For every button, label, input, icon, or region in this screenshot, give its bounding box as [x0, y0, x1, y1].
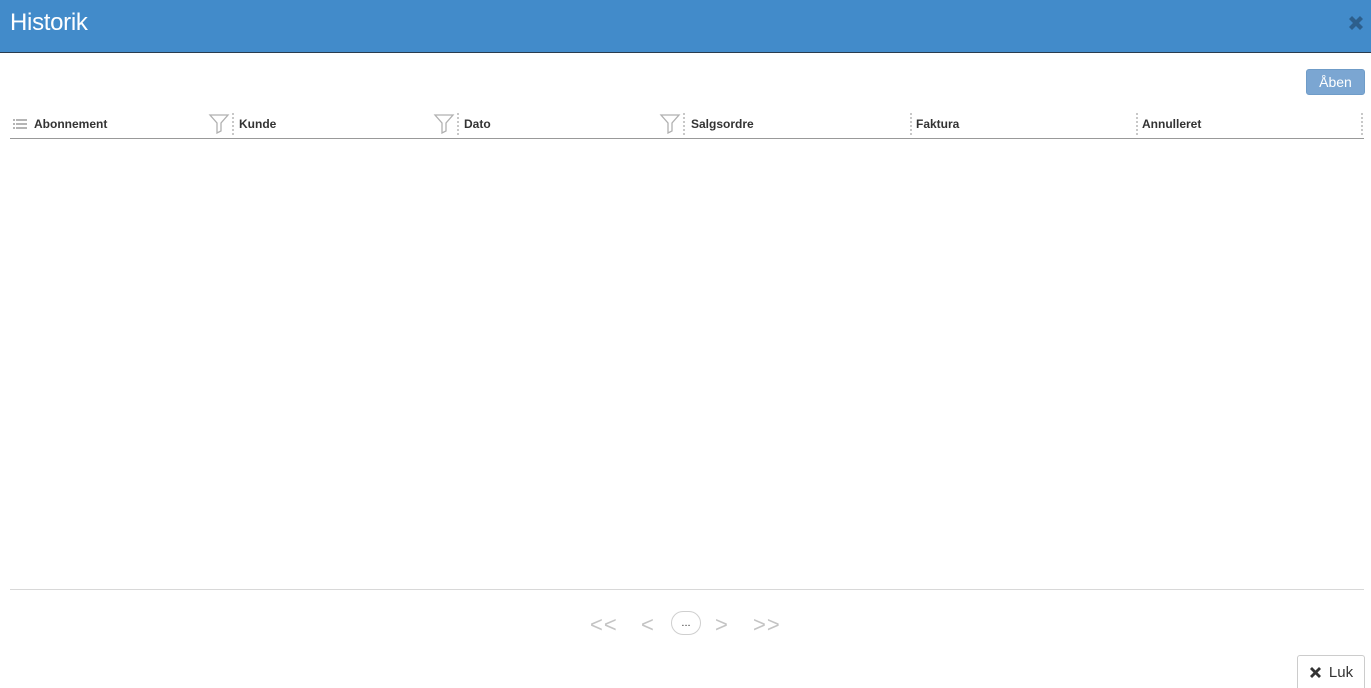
column-menu-icon[interactable]: [13, 118, 27, 130]
pager-next-button[interactable]: >: [715, 612, 729, 638]
close-icon[interactable]: [1345, 12, 1367, 34]
filter-icon[interactable]: [433, 112, 455, 134]
column-label: Kunde: [239, 117, 277, 131]
column-separator[interactable]: [457, 113, 459, 135]
column-separator[interactable]: [683, 113, 685, 135]
close-button-label: Luk: [1328, 663, 1354, 681]
filter-icon[interactable]: [659, 112, 681, 134]
dialog-title: Historik: [10, 9, 88, 36]
pager-last-button[interactable]: >>: [753, 612, 781, 638]
close-icon: [1309, 666, 1321, 678]
open-button[interactable]: Åben: [1306, 69, 1365, 95]
pager-current-page[interactable]: ...: [671, 611, 701, 635]
column-header-faktura[interactable]: Faktura: [912, 110, 1138, 138]
close-button[interactable]: Luk: [1297, 655, 1365, 688]
column-header-dato[interactable]: Dato: [460, 110, 686, 138]
dialog-titlebar: Historik: [0, 0, 1371, 53]
column-separator[interactable]: [1361, 113, 1363, 135]
column-header-abonnement[interactable]: Abonnement: [10, 110, 234, 138]
grid-footer-divider: [10, 589, 1364, 590]
column-label: Faktura: [916, 117, 960, 131]
pager-first-button[interactable]: <<: [590, 612, 618, 638]
column-label: Salgsordre: [691, 117, 754, 131]
pager-prev-button[interactable]: <: [641, 612, 655, 638]
grid-body: [10, 139, 1364, 589]
column-label: Annulleret: [1142, 117, 1202, 131]
filter-icon[interactable]: [208, 112, 230, 134]
pager: << < ... > >>: [0, 610, 1371, 638]
column-header-annulleret[interactable]: Annulleret: [1138, 110, 1364, 138]
column-label: Dato: [464, 117, 491, 131]
grid-header: Abonnement Kunde Dato Salgsordre Faktura…: [10, 110, 1364, 139]
column-label: Abonnement: [34, 117, 108, 131]
column-separator[interactable]: [232, 113, 234, 135]
column-header-kunde[interactable]: Kunde: [235, 110, 460, 138]
column-header-salgsordre[interactable]: Salgsordre: [686, 110, 912, 138]
